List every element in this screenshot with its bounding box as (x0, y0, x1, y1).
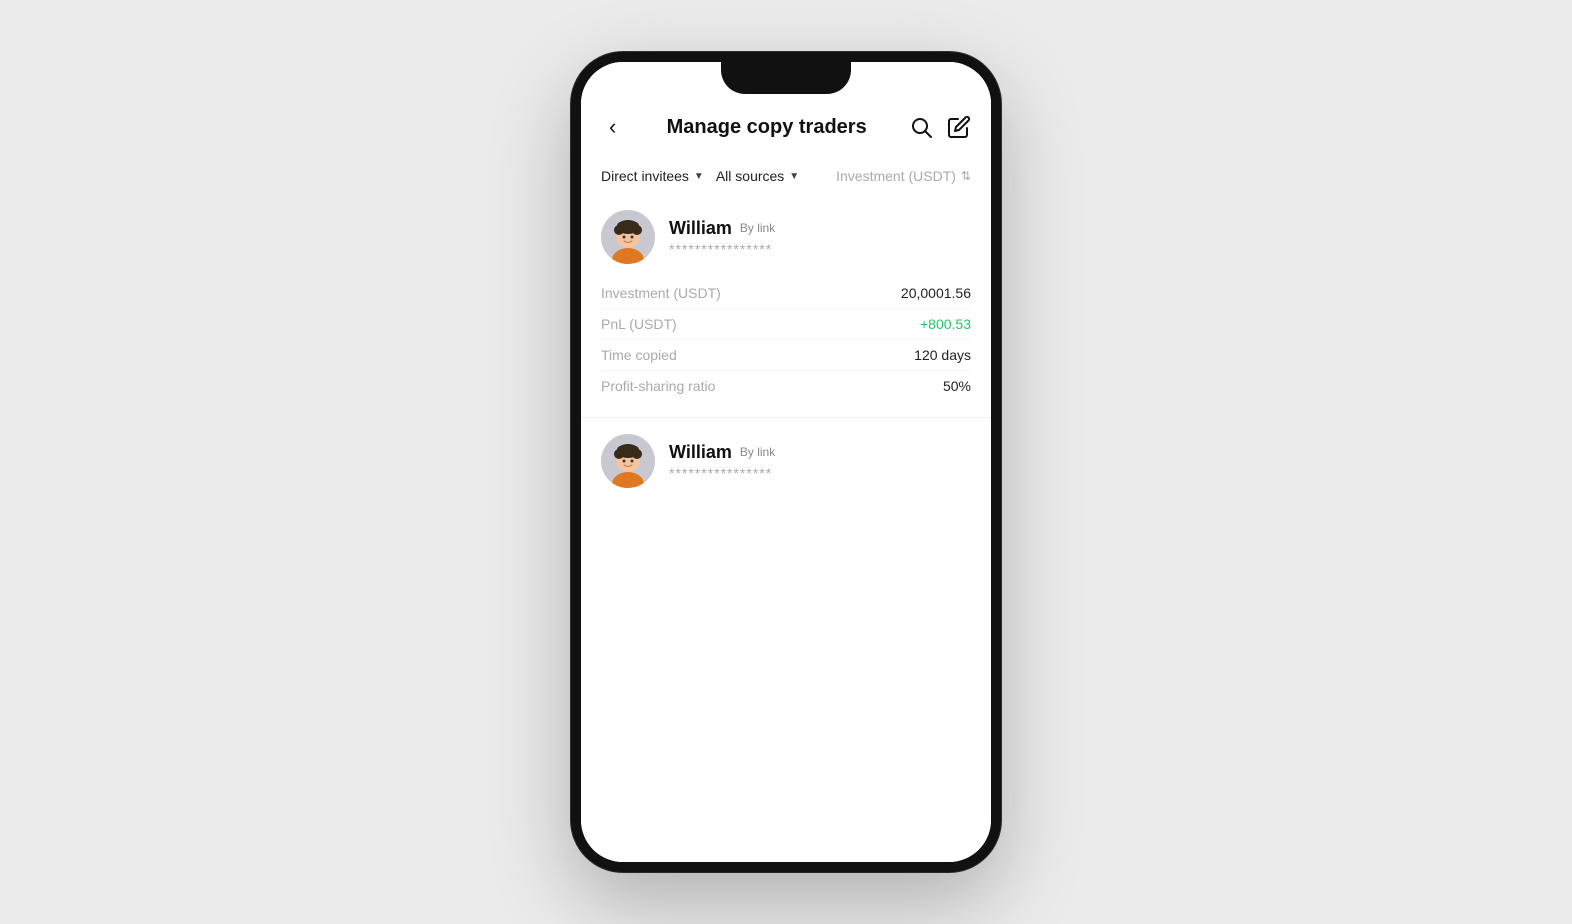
filter-bar: Direct invitees ▼ All sources ▼ Investme… (581, 154, 991, 194)
investment-label-1: Investment (USDT) (601, 285, 721, 301)
trader-info-1: William By link **************** (669, 218, 775, 257)
pnl-value-1: +800.53 (920, 316, 971, 332)
time-value-1: 120 days (914, 347, 971, 363)
invitees-label: Direct invitees (601, 168, 689, 184)
pnl-row-1: PnL (USDT) +800.53 (601, 309, 971, 340)
trader-badge-2: By link (740, 445, 775, 459)
pnl-label-1: PnL (USDT) (601, 316, 677, 332)
ratio-label-1: Profit-sharing ratio (601, 378, 715, 394)
time-row-1: Time copied 120 days (601, 340, 971, 371)
invitees-filter[interactable]: Direct invitees ▼ (601, 168, 704, 184)
trader-info-2: William By link **************** (669, 442, 775, 481)
search-icon[interactable] (909, 115, 933, 139)
trader-card-2[interactable]: William By link **************** (581, 418, 991, 512)
trader-profile-1: William By link **************** (601, 210, 971, 264)
scene: ‹ Manage copy traders (0, 0, 1572, 924)
trader-profile-2: William By link **************** (601, 434, 971, 488)
investment-value-1: 20,0001.56 (901, 285, 971, 301)
ratio-value-1: 50% (943, 378, 971, 394)
trader-name-2: William (669, 442, 732, 463)
sort-icon: ⇅ (961, 169, 971, 183)
sources-chevron: ▼ (789, 171, 799, 182)
sort-filter[interactable]: Investment (USDT) ⇅ (836, 168, 971, 184)
invitees-chevron: ▼ (694, 171, 704, 182)
sources-label: All sources (716, 168, 784, 184)
trader-card-1[interactable]: William By link **************** Investm… (581, 194, 991, 418)
trader-name-row-2: William By link (669, 442, 775, 463)
ratio-row-1: Profit-sharing ratio 50% (601, 371, 971, 401)
sort-label: Investment (USDT) (836, 168, 956, 184)
investment-row-1: Investment (USDT) 20,0001.56 (601, 278, 971, 309)
trader-id-2: **************** (669, 465, 775, 481)
screen: ‹ Manage copy traders (581, 62, 991, 862)
trader-name-row-1: William By link (669, 218, 775, 239)
sources-filter[interactable]: All sources ▼ (716, 168, 799, 184)
page-title: Manage copy traders (624, 116, 909, 139)
phone-shell: ‹ Manage copy traders (571, 52, 1001, 872)
trader-badge-1: By link (740, 221, 775, 235)
avatar-2 (601, 434, 655, 488)
trader-name-1: William (669, 218, 732, 239)
trader-id-1: **************** (669, 241, 775, 257)
edit-icon[interactable] (947, 115, 971, 139)
back-button[interactable]: ‹ (601, 110, 624, 144)
phone-notch (721, 62, 851, 94)
time-label-1: Time copied (601, 347, 677, 363)
avatar-1 (601, 210, 655, 264)
header-actions (909, 115, 971, 139)
